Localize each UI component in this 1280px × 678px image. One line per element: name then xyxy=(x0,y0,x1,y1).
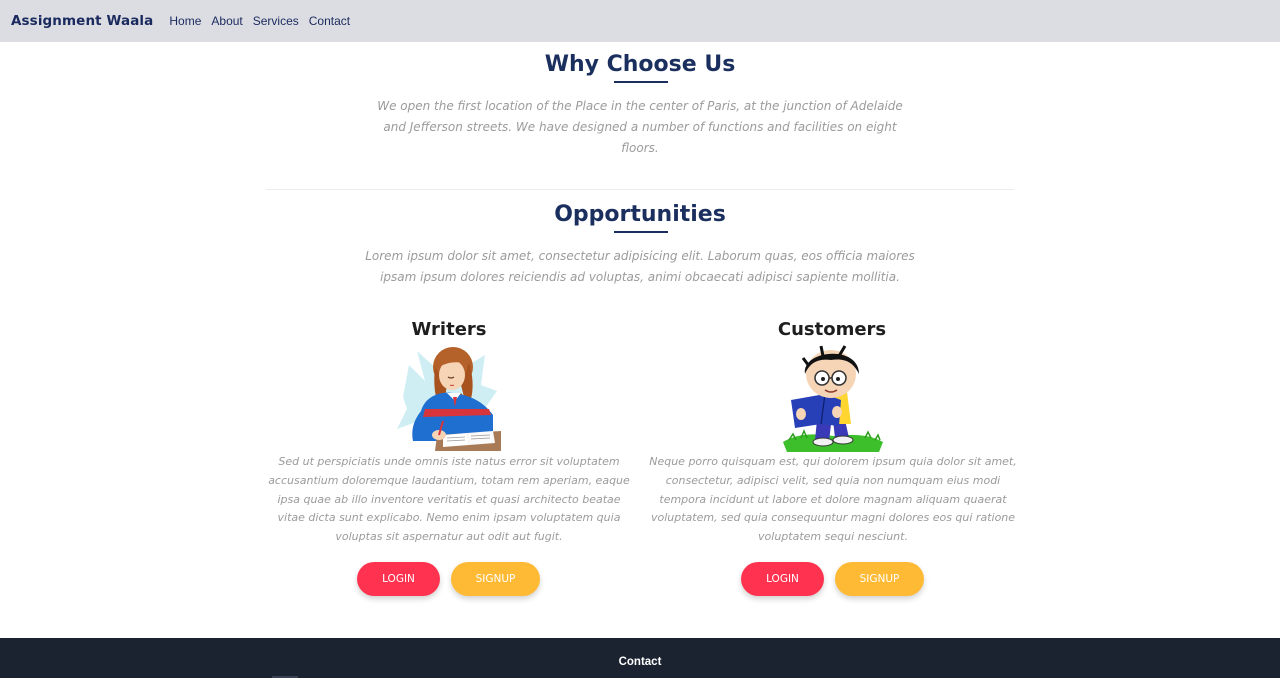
nav-link-services[interactable]: Services xyxy=(253,14,299,28)
brand-logo[interactable]: Assignment Waala xyxy=(11,13,153,29)
why-choose-us-text: We open the first location of the Place … xyxy=(377,99,903,155)
navbar: Assignment Waala Home About Services Con… xyxy=(0,0,1280,42)
why-choose-us-title: Why Choose Us xyxy=(544,52,736,77)
footer-contact-title: Contact xyxy=(618,656,662,668)
opportunities-text: Lorem ipsum dolor sit amet, consectetur … xyxy=(365,249,915,284)
opportunities-title: Opportunities xyxy=(554,202,726,227)
writers-signup-button[interactable]: SIGNUP xyxy=(451,562,540,596)
footer: Contact xyxy=(0,638,1280,678)
customers-title: Customers xyxy=(777,319,887,340)
why-choose-us-underline xyxy=(614,81,668,83)
customers-text: Neque porro quisquam est, qui dolorem ip… xyxy=(649,455,1017,544)
nav-link-home[interactable]: Home xyxy=(169,14,201,28)
writers-text: Sed ut perspiciatis unde omnis iste natu… xyxy=(268,455,630,544)
nav-link-contact[interactable]: Contact xyxy=(309,14,350,28)
section-divider xyxy=(266,189,1014,190)
nav-links: Home About Services Contact xyxy=(169,14,350,28)
writer-illustration-icon xyxy=(395,345,501,453)
writers-login-button[interactable]: LOGIN xyxy=(357,562,440,596)
nav-link-about[interactable]: About xyxy=(211,14,242,28)
opportunities-underline xyxy=(614,231,668,233)
customers-login-button[interactable]: LOGIN xyxy=(741,562,824,596)
customer-illustration-icon xyxy=(779,344,885,454)
customers-signup-button[interactable]: SIGNUP xyxy=(835,562,924,596)
writers-title: Writers xyxy=(411,319,487,340)
